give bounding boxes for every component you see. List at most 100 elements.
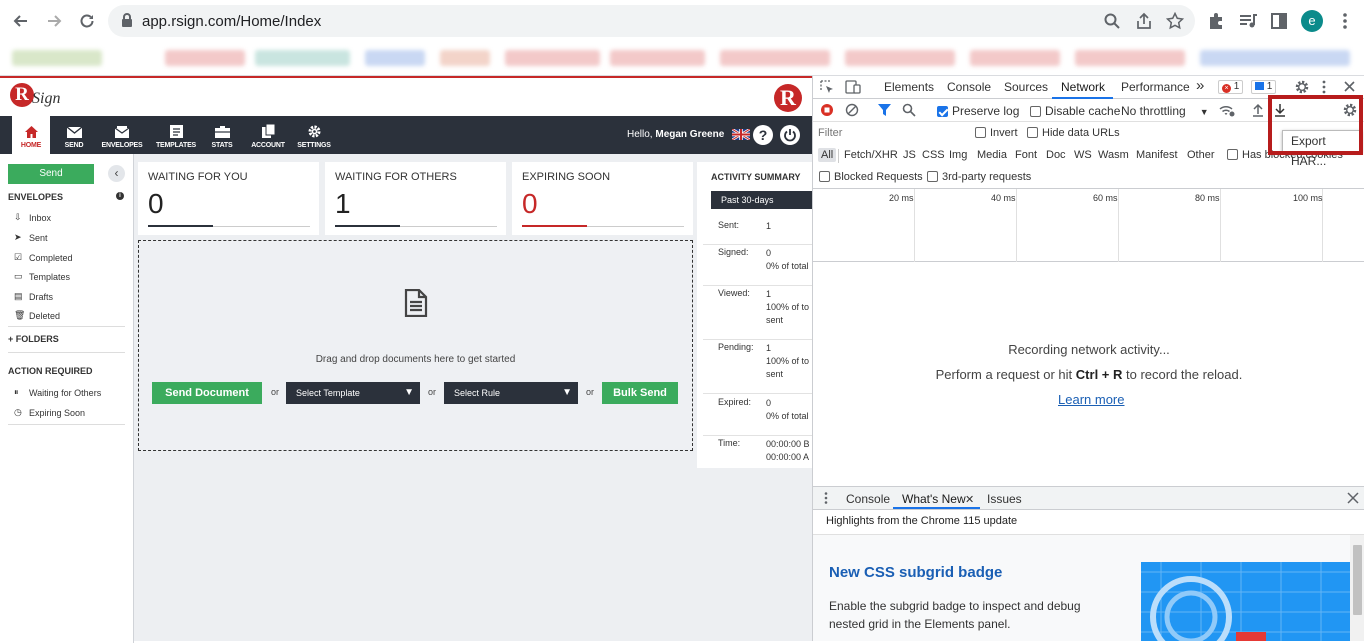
filter-type-fetch-xhr[interactable]: Fetch/XHR bbox=[844, 149, 898, 161]
learn-more-link[interactable]: Learn more bbox=[1058, 392, 1124, 407]
scrollbar[interactable] bbox=[1350, 535, 1364, 641]
feature-title[interactable]: New CSS subgrid badge bbox=[829, 564, 1002, 581]
invert-checkbox[interactable]: Invert bbox=[975, 127, 1018, 139]
sidebar-item-drafts[interactable]: ▤ Drafts bbox=[14, 291, 53, 302]
preserve-log-checkbox[interactable]: Preserve log bbox=[937, 104, 1019, 118]
filter-type-wasm[interactable]: Wasm bbox=[1098, 149, 1129, 161]
back-button[interactable] bbox=[10, 10, 32, 32]
sidebar-item-waiting-for-others[interactable]: ⏸ Waiting for Others bbox=[14, 387, 101, 398]
card-waiting-for-others[interactable]: WAITING FOR OTHERS 1 bbox=[325, 162, 506, 235]
filter-type-css[interactable]: CSS bbox=[922, 149, 945, 161]
bookmark-item[interactable] bbox=[845, 50, 955, 66]
close-drawer-icon[interactable] bbox=[1347, 492, 1359, 504]
sidebar-item-inbox[interactable]: ⇩ Inbox bbox=[14, 212, 51, 223]
tab-console[interactable]: Console bbox=[947, 80, 991, 94]
filter-type-font[interactable]: Font bbox=[1015, 149, 1037, 161]
message-counter[interactable]: 1 bbox=[1251, 80, 1277, 94]
bookmark-item[interactable] bbox=[365, 50, 425, 66]
filter-type-manifest[interactable]: Manifest bbox=[1136, 149, 1178, 161]
tab-sources[interactable]: Sources bbox=[1004, 80, 1048, 94]
sidebar-item-expiring-soon[interactable]: ◷ Expiring Soon bbox=[14, 407, 85, 418]
help-button[interactable]: ? bbox=[753, 125, 773, 145]
blocked-requests-checkbox[interactable]: Blocked Requests bbox=[819, 171, 923, 183]
bookmark-item[interactable] bbox=[255, 50, 350, 66]
select-rule-dropdown[interactable]: Select Rule ▼ bbox=[444, 382, 578, 404]
filter-type-all[interactable]: All bbox=[818, 148, 837, 162]
url-text[interactable]: app.rsign.com/Home/Index bbox=[142, 13, 321, 30]
search-icon[interactable] bbox=[902, 103, 916, 117]
bulk-send-button[interactable]: Bulk Send bbox=[602, 382, 678, 404]
document-drop-zone[interactable]: Drag and drop documents here to get star… bbox=[138, 240, 693, 451]
third-party-checkbox[interactable]: 3rd-party requests bbox=[927, 171, 1031, 183]
folders-toggle[interactable]: + FOLDERS bbox=[8, 334, 59, 344]
tab-elements[interactable]: Elements bbox=[884, 80, 934, 94]
side-panel-icon[interactable] bbox=[1269, 11, 1289, 31]
extensions-icon[interactable] bbox=[1206, 11, 1226, 31]
drawer-tab-issues[interactable]: Issues bbox=[987, 492, 1022, 506]
bookmark-item[interactable] bbox=[440, 50, 490, 66]
sidebar-item-deleted[interactable]: 🗑 Deleted bbox=[14, 310, 60, 321]
filter-type-js[interactable]: JS bbox=[903, 149, 916, 161]
sidebar-send-button[interactable]: Send bbox=[8, 164, 94, 184]
media-control-icon[interactable] bbox=[1238, 11, 1258, 31]
bookmark-item[interactable] bbox=[970, 50, 1060, 66]
network-timeline-overview[interactable]: 20 ms 40 ms 60 ms 80 ms 100 ms bbox=[813, 189, 1364, 262]
close-devtools-icon[interactable] bbox=[1343, 80, 1356, 93]
throttling-dropdown[interactable]: No throttling ▼ bbox=[1121, 104, 1209, 118]
bookmark-item[interactable] bbox=[1200, 50, 1350, 66]
uk-flag-icon[interactable] bbox=[732, 129, 750, 140]
power-button[interactable] bbox=[780, 125, 800, 145]
network-conditions-icon[interactable] bbox=[1219, 104, 1235, 117]
scrollbar-thumb[interactable] bbox=[1353, 545, 1362, 615]
card-waiting-for-you[interactable]: WAITING FOR YOU 0 bbox=[138, 162, 319, 235]
sidebar-item-templates[interactable]: ▭ Templates bbox=[14, 271, 70, 282]
rsign-logo[interactable]: R Sign bbox=[10, 83, 72, 111]
zoom-search-icon[interactable] bbox=[1103, 12, 1121, 30]
bookmark-item[interactable] bbox=[505, 50, 600, 66]
more-menu-icon[interactable] bbox=[1335, 11, 1355, 31]
bookmark-item[interactable] bbox=[610, 50, 705, 66]
nav-envelopes[interactable]: ENVELOPES bbox=[100, 116, 144, 154]
inspect-element-icon[interactable] bbox=[820, 80, 834, 94]
share-icon[interactable] bbox=[1135, 12, 1153, 30]
sidebar-item-sent[interactable]: ➤ Sent bbox=[14, 232, 48, 243]
tab-network[interactable]: Network bbox=[1061, 80, 1105, 94]
filter-type-other[interactable]: Other bbox=[1187, 149, 1215, 161]
reload-button[interactable] bbox=[76, 10, 98, 32]
drawer-menu-icon[interactable] bbox=[824, 492, 828, 504]
drawer-tab-console[interactable]: Console bbox=[846, 492, 890, 506]
record-stop-icon[interactable] bbox=[820, 103, 834, 117]
period-selector[interactable]: Past 30-days bbox=[711, 191, 812, 209]
bookmark-item[interactable] bbox=[1075, 50, 1185, 66]
clear-icon[interactable] bbox=[845, 103, 859, 117]
bookmark-star-icon[interactable] bbox=[1166, 12, 1184, 30]
nav-account[interactable]: ACCOUNT bbox=[248, 116, 288, 154]
filter-icon[interactable] bbox=[878, 103, 891, 117]
hide-data-urls-checkbox[interactable]: Hide data URLs bbox=[1027, 127, 1120, 139]
card-expiring-soon[interactable]: EXPIRING SOON 0 bbox=[512, 162, 693, 235]
info-icon[interactable]: i bbox=[116, 192, 124, 200]
user-name[interactable]: Megan Greene bbox=[655, 129, 724, 140]
import-har-icon[interactable] bbox=[1252, 103, 1264, 117]
select-template-dropdown[interactable]: Select Template ▼ bbox=[286, 382, 420, 404]
send-document-button[interactable]: Send Document bbox=[152, 382, 262, 404]
device-toolbar-icon[interactable] bbox=[845, 80, 861, 94]
bookmark-item[interactable] bbox=[165, 50, 245, 66]
nav-templates[interactable]: TEMPLATES bbox=[154, 116, 198, 154]
error-counter[interactable]: × 1 bbox=[1218, 80, 1244, 94]
more-tabs-button[interactable]: » bbox=[1196, 77, 1204, 94]
address-bar[interactable]: app.rsign.com/Home/Index bbox=[108, 5, 1195, 37]
filter-type-media[interactable]: Media bbox=[977, 149, 1007, 161]
filter-input[interactable] bbox=[818, 125, 962, 141]
nav-send[interactable]: SEND bbox=[60, 116, 88, 154]
filter-type-img[interactable]: Img bbox=[949, 149, 967, 161]
filter-type-ws[interactable]: WS bbox=[1074, 149, 1092, 161]
sidebar-item-completed[interactable]: ☑ Completed bbox=[14, 252, 73, 263]
devtools-settings-icon[interactable] bbox=[1295, 80, 1309, 94]
tab-performance[interactable]: Performance bbox=[1121, 80, 1190, 94]
devtools-menu-icon[interactable] bbox=[1321, 80, 1327, 94]
forward-button[interactable] bbox=[43, 10, 65, 32]
disable-cache-checkbox[interactable]: Disable cache bbox=[1030, 104, 1120, 118]
bookmark-item[interactable] bbox=[720, 50, 830, 66]
close-whats-new-icon[interactable]: ✕ bbox=[965, 493, 974, 506]
